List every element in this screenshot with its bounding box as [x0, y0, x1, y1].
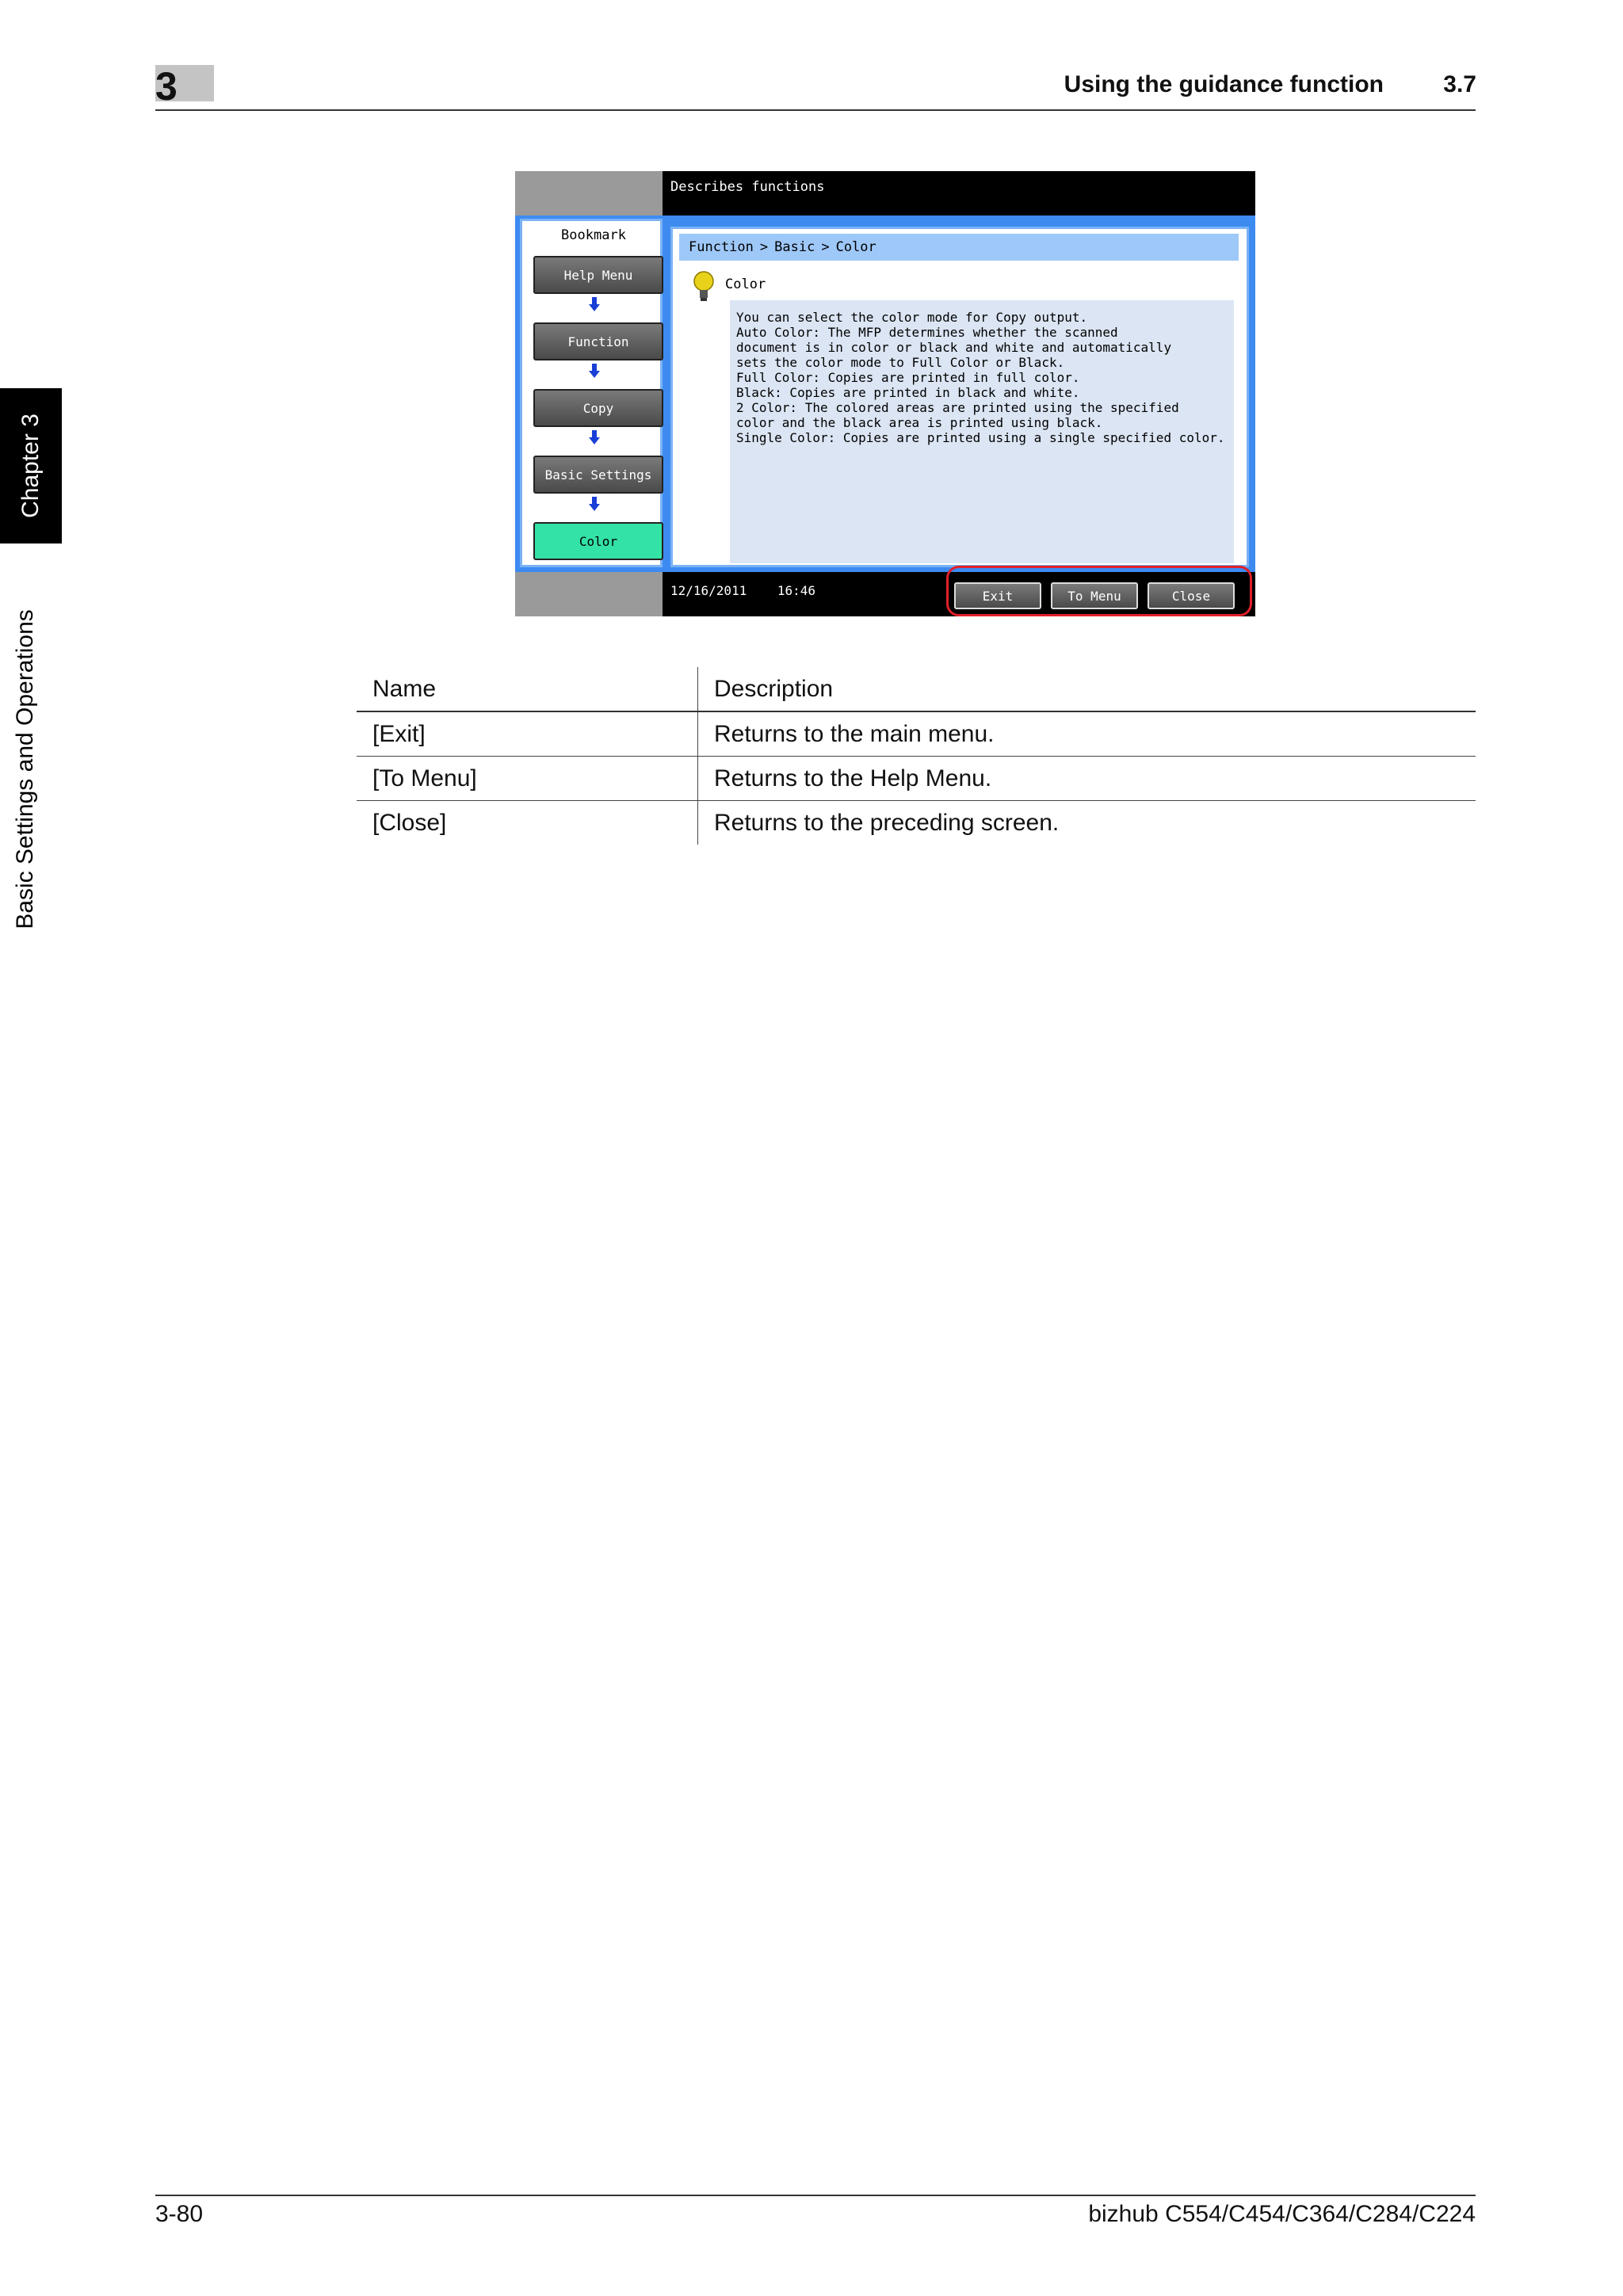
footer-rule	[155, 2195, 1476, 2196]
arrow-down-icon	[589, 430, 600, 444]
table-cell-description: Returns to the main menu.	[697, 711, 1476, 757]
table-header-name: Name	[357, 667, 698, 712]
table-row: [Exit] Returns to the main menu.	[357, 711, 1476, 757]
table-cell-name: [Close]	[357, 800, 698, 845]
table-row: [To Menu] Returns to the Help Menu.	[357, 756, 1476, 801]
lightbulb-icon	[693, 271, 714, 301]
table-cell-description: Returns to the Help Menu.	[697, 756, 1476, 801]
breadcrumb-item-basic[interactable]: Basic	[774, 239, 815, 255]
table-row: [Close] Returns to the preceding screen.	[357, 800, 1476, 845]
guidance-screen: Describes functions Bookmark Help Menu F…	[515, 171, 1255, 616]
side-chapter-tab: Chapter 3	[0, 388, 62, 543]
page-number: 3-80	[155, 2201, 204, 2227]
bookmark-function-button[interactable]: Function	[533, 322, 663, 360]
table-cell-name: [Exit]	[357, 711, 698, 757]
breadcrumb: Function > Basic > Color	[679, 234, 1239, 261]
table-header-row: Name Description	[357, 667, 1476, 712]
screen-title: Describes functions	[670, 179, 825, 195]
table-cell-description: Returns to the preceding screen.	[714, 809, 1060, 836]
button-description-table: Name Description [Exit] Returns to the m…	[357, 667, 1476, 845]
arrow-down-icon	[589, 297, 600, 311]
bookmark-help-menu-button[interactable]: Help Menu	[533, 256, 663, 294]
header-rule	[155, 109, 1476, 111]
help-description: You can select the color mode for Copy o…	[730, 300, 1234, 563]
bookmark-panel: Bookmark Help Menu Function Copy Basic S…	[520, 219, 663, 567]
help-topic-title: Color	[725, 277, 766, 292]
highlight-ring	[946, 566, 1252, 616]
bookmark-basic-settings-button[interactable]: Basic Settings	[533, 456, 663, 494]
side-section-tab: Basic Settings and Operations	[12, 609, 38, 929]
time: 16:46	[777, 583, 816, 598]
help-content-panel: Function > Basic > Color Color You can s…	[670, 227, 1249, 567]
date-time: 12/16/2011 16:46	[670, 583, 815, 598]
table-header-description: Description	[697, 667, 1476, 712]
bookmark-copy-button[interactable]: Copy	[533, 389, 663, 427]
date: 12/16/2011	[670, 583, 747, 598]
arrow-down-icon	[589, 497, 600, 511]
bookmark-color-button[interactable]: Color	[533, 522, 663, 560]
breadcrumb-item-function[interactable]: Function	[689, 239, 754, 255]
section-number: 3.7	[1443, 71, 1476, 97]
chevron-right-icon: >	[759, 239, 769, 255]
chapter-number: 3	[155, 64, 178, 109]
breadcrumb-item-color: Color	[835, 239, 876, 255]
product-name: bizhub C554/C454/C364/C284/C224	[1088, 2201, 1476, 2227]
arrow-down-icon	[589, 364, 600, 378]
bookmark-title: Bookmark	[561, 227, 626, 243]
page-title: Using the guidance function	[1064, 71, 1384, 97]
chevron-right-icon: >	[821, 239, 830, 255]
table-cell-name: [To Menu]	[357, 756, 698, 801]
